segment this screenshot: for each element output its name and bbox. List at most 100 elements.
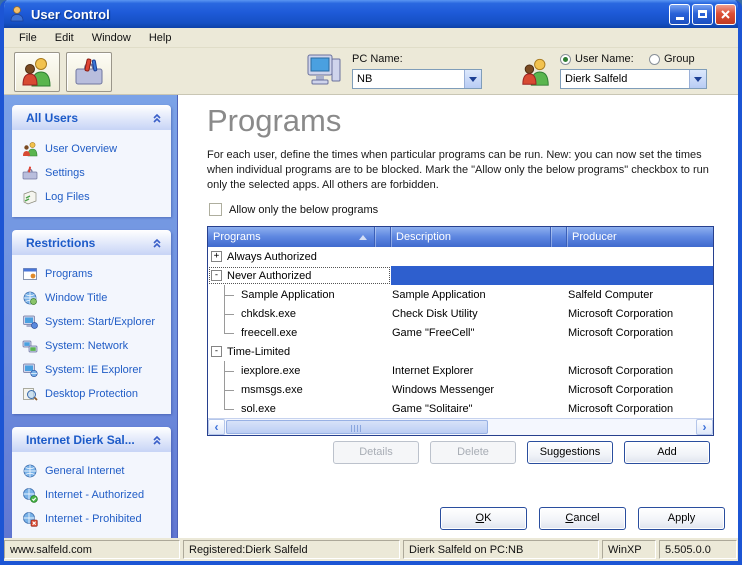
users-toolbar-button[interactable] xyxy=(14,52,60,92)
scroll-left-arrow[interactable]: ‹ xyxy=(208,419,225,435)
user-name-radio-label: User Name: xyxy=(575,53,634,65)
pc-name-dropdown-arrow[interactable] xyxy=(464,70,481,88)
allow-only-checkbox[interactable] xyxy=(209,203,222,216)
table-row[interactable]: iexplore.exe Internet Explorer Microsoft… xyxy=(208,361,713,380)
sidebar-item-system-ie-explorer[interactable]: System: IE Explorer xyxy=(20,358,167,382)
chevron-double-up-icon[interactable] xyxy=(151,237,163,249)
section-header-all-users[interactable]: All Users xyxy=(12,105,171,130)
menu-edit[interactable]: Edit xyxy=(46,30,83,46)
status-registered: Registered:Dierk Salfeld xyxy=(183,540,400,559)
computer-globe-icon xyxy=(22,362,38,378)
tree-connector xyxy=(211,399,241,418)
add-button[interactable]: Add xyxy=(624,441,710,464)
menu-bar: File Edit Window Help xyxy=(4,28,738,48)
section-header-internet[interactable]: Internet Dierk Sal... xyxy=(12,427,171,452)
page-title: Programs xyxy=(207,103,341,139)
scrollbar-track[interactable] xyxy=(225,419,696,435)
window-title: User Control xyxy=(31,7,669,22)
table-row[interactable]: Sample Application Sample Application Sa… xyxy=(208,285,713,304)
user-name-dropdown-arrow[interactable] xyxy=(689,70,706,88)
apply-button[interactable]: Apply xyxy=(638,507,725,530)
menu-help[interactable]: Help xyxy=(140,30,181,46)
column-header-description[interactable]: Description xyxy=(391,227,550,247)
table-row-group[interactable]: - Time-Limited xyxy=(208,342,713,361)
sidebar-item-internet-authorized[interactable]: Internet - Authorized xyxy=(20,483,167,507)
toolbox-icon xyxy=(72,56,106,88)
table-row[interactable]: chkdsk.exe Check Disk Utility Microsoft … xyxy=(208,304,713,323)
tree-connector xyxy=(211,361,241,380)
column-header-producer[interactable]: Producer xyxy=(567,227,713,247)
minimize-icon xyxy=(676,17,684,20)
pc-name-value: NB xyxy=(353,70,464,88)
sidebar-section-internet: Internet Dierk Sal... General Internet xyxy=(12,427,171,538)
tree-connector xyxy=(211,285,241,304)
table-row-group-selected[interactable]: - Never Authorized xyxy=(208,266,713,285)
user-name-combobox[interactable]: Dierk Salfeld xyxy=(560,69,707,89)
table-action-buttons: Details Delete Suggestions Add xyxy=(333,441,710,464)
chevron-double-up-icon[interactable] xyxy=(151,434,163,446)
scroll-right-arrow[interactable]: › xyxy=(696,419,713,435)
chevron-down-icon xyxy=(694,77,702,82)
sidebar-section-all-users: All Users User Overview xyxy=(12,105,171,217)
users-icon xyxy=(20,56,54,88)
suggestions-button[interactable]: Suggestions xyxy=(527,441,613,464)
computer-icon xyxy=(22,314,38,330)
sidebar-item-general-internet[interactable]: General Internet xyxy=(20,459,167,483)
tree-collapse-icon[interactable]: - xyxy=(211,346,222,357)
status-version: 5.505.0.0 xyxy=(659,540,737,559)
group-radio[interactable]: Group xyxy=(649,53,695,65)
scrollbar-thumb[interactable] xyxy=(226,420,488,434)
user-group-icon xyxy=(520,56,552,88)
table-row[interactable]: sol.exe Game "Solitaire" Microsoft Corpo… xyxy=(208,399,713,418)
tree-collapse-icon[interactable]: - xyxy=(211,270,222,281)
magnifier-icon xyxy=(22,386,38,402)
programs-table: Programs Description Producer xyxy=(207,226,714,436)
cancel-button[interactable]: Cancel xyxy=(539,507,626,530)
dialog-buttons: OK Cancel Apply xyxy=(440,507,725,530)
sidebar-item-user-overview[interactable]: User Overview xyxy=(20,137,167,161)
globe-check-icon xyxy=(22,487,38,503)
pc-icon xyxy=(304,53,342,90)
close-button[interactable] xyxy=(715,4,736,25)
sidebar-item-programs[interactable]: Programs xyxy=(20,262,167,286)
user-name-value: Dierk Salfeld xyxy=(561,70,689,88)
sidebar: All Users User Overview xyxy=(4,95,178,538)
status-website: www.salfeld.com xyxy=(4,540,180,559)
menu-file[interactable]: File xyxy=(10,30,46,46)
sort-ascending-icon xyxy=(359,235,367,240)
sidebar-item-system-network[interactable]: System: Network xyxy=(20,334,167,358)
ok-button[interactable]: OK xyxy=(440,507,527,530)
column-header-programs[interactable]: Programs xyxy=(208,227,374,247)
tree-expand-icon[interactable]: + xyxy=(211,251,222,262)
menu-window[interactable]: Window xyxy=(83,30,140,46)
tree-connector xyxy=(211,323,241,342)
horizontal-scrollbar[interactable]: ‹ › xyxy=(208,418,713,435)
table-row-group[interactable]: + Always Authorized xyxy=(208,247,713,266)
pc-name-combobox[interactable]: NB xyxy=(352,69,482,89)
maximize-button[interactable] xyxy=(692,4,713,25)
table-header: Programs Description Producer xyxy=(208,227,713,247)
network-icon xyxy=(22,338,38,354)
minimize-button[interactable] xyxy=(669,4,690,25)
sidebar-item-log-files[interactable]: Log Files xyxy=(20,185,167,209)
sidebar-item-desktop-protection[interactable]: Desktop Protection xyxy=(20,382,167,406)
app-icon xyxy=(8,5,26,23)
sidebar-item-settings[interactable]: Settings xyxy=(20,161,167,185)
status-user-pc: Dierk Salfeld on PC:NB xyxy=(403,540,599,559)
sidebar-item-system-start-explorer[interactable]: System: Start/Explorer xyxy=(20,310,167,334)
group-radio-label: Group xyxy=(664,53,695,65)
allow-only-checkbox-row: Allow only the below programs xyxy=(209,203,378,216)
table-row[interactable]: msmsgs.exe Windows Messenger Microsoft C… xyxy=(208,380,713,399)
sidebar-item-internet-prohibited[interactable]: Internet - Prohibited xyxy=(20,507,167,531)
sidebar-section-restrictions: Restrictions Programs xyxy=(12,230,171,414)
section-header-restrictions[interactable]: Restrictions xyxy=(12,230,171,255)
table-row[interactable]: freecell.exe Game "FreeCell" Microsoft C… xyxy=(208,323,713,342)
user-name-radio[interactable]: User Name: xyxy=(560,53,634,65)
sidebar-item-window-title[interactable]: Window Title xyxy=(20,286,167,310)
main-panel: Programs For each user, define the times… xyxy=(178,95,738,538)
user-control-window: User Control File Edit Window Help xyxy=(0,0,742,565)
settings-toolbar-button[interactable] xyxy=(66,52,112,92)
status-os: WinXP xyxy=(602,540,656,559)
chevron-double-up-icon[interactable] xyxy=(151,112,163,124)
delete-button: Delete xyxy=(430,441,516,464)
